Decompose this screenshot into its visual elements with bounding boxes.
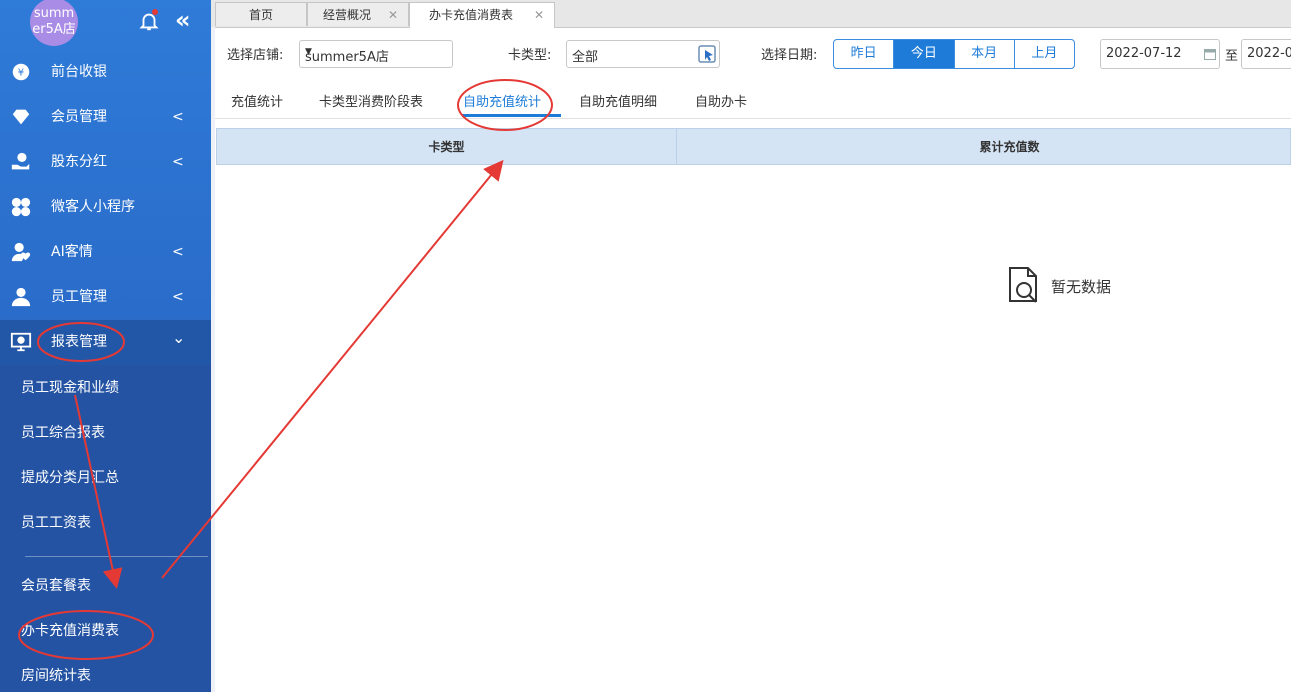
page-tab-label: 办卡充值消费表	[428, 8, 513, 22]
notification-dot	[152, 9, 158, 15]
filter-bar: 选择店铺: summer5A店 ▼ 卡类型: 全部 选择日期: 昨日 今日 本月…	[211, 27, 1291, 83]
menu-item-cashier[interactable]: ¥ 前台收银	[0, 50, 211, 95]
submenu-item-staff-cash[interactable]: 员工现金和业绩	[21, 378, 119, 398]
submenu-divider	[25, 556, 208, 557]
close-icon[interactable]: ✕	[388, 3, 398, 27]
sub-tab-self-recharge-stats[interactable]: 自助充值统计	[463, 91, 541, 110]
card-type-value: 全部	[572, 50, 599, 65]
reports-submenu: 员工现金和业绩 员工综合报表 提成分类月汇总 员工工资表 会员套餐表 办卡充值消…	[0, 365, 211, 692]
sidebar-header: summer5A店 «	[0, 0, 211, 50]
date-label: 选择日期:	[761, 48, 818, 63]
content-left-border	[211, 83, 215, 692]
menu-item-reports[interactable]: 报表管理 ⌄	[0, 320, 211, 365]
store-select[interactable]: summer5A店 ▼	[299, 40, 453, 68]
table-header: 卡类型 累计充值数	[216, 128, 1291, 165]
page-tab-label: 首页	[248, 8, 273, 22]
chevron-left-icon: <	[172, 289, 184, 305]
chevron-left-icon: <	[172, 109, 184, 125]
close-icon[interactable]: ✕	[534, 3, 544, 27]
page-tab-home[interactable]: 首页	[215, 2, 307, 26]
store-label: 选择店铺:	[227, 48, 284, 63]
start-date-value: 2022-07-12	[1106, 46, 1182, 61]
date-range-buttons: 昨日 今日 本月 上月	[833, 39, 1075, 69]
menu-item-label: AI客情	[51, 244, 93, 260]
sub-tab-recharge-stats[interactable]: 充值统计	[231, 91, 283, 110]
empty-state-text: 暂无数据	[1051, 278, 1112, 296]
date-yesterday-button[interactable]: 昨日	[834, 40, 895, 68]
end-date-value: 2022-07-12	[1247, 46, 1291, 61]
menu-item-label: 报表管理	[51, 334, 107, 350]
document-search-icon	[1009, 267, 1037, 303]
sub-tab-self-recharge-detail[interactable]: 自助充值明细	[579, 91, 657, 110]
submenu-item-commission[interactable]: 提成分类月汇总	[21, 468, 119, 488]
user-heart-icon	[11, 242, 31, 262]
start-date-input[interactable]: 2022-07-12	[1100, 39, 1220, 69]
menu-item-label: 会员管理	[51, 109, 107, 125]
date-today-button[interactable]: 今日	[894, 40, 955, 68]
diamond-icon	[12, 109, 30, 125]
date-last-month-button[interactable]: 上月	[1015, 40, 1074, 68]
menu-item-mini-program[interactable]: 微客人小程序	[0, 185, 211, 230]
monitor-chart-icon	[10, 332, 32, 352]
chevron-down-icon: ⌄	[172, 328, 186, 347]
chevron-left-icon: <	[172, 244, 184, 260]
store-avatar[interactable]: summer5A店	[30, 0, 78, 46]
menu-item-ai-customer[interactable]: AI客情 <	[0, 230, 211, 275]
cash-register-icon: ¥	[12, 63, 30, 81]
column-header-total-recharge[interactable]: 累计充值数	[677, 129, 1291, 165]
hand-coin-icon	[11, 152, 30, 170]
date-this-month-button[interactable]: 本月	[955, 40, 1015, 68]
chevron-left-icon: <	[172, 154, 184, 170]
sub-tab-card-consumption-stage[interactable]: 卡类型消费阶段表	[319, 91, 423, 110]
submenu-item-member-package[interactable]: 会员套餐表	[21, 576, 91, 596]
menu-item-label: 股东分红	[51, 154, 107, 170]
page-tab-card-recharge[interactable]: 办卡充值消费表 ✕	[409, 2, 555, 28]
card-type-label: 卡类型:	[508, 48, 552, 63]
sidebar: summer5A店 « ¥ 前台收银 会员管理 < 股东分红 < 微客人小程序 …	[0, 0, 211, 692]
menu-item-label: 微客人小程序	[51, 199, 135, 215]
caret-down-icon: ▼	[305, 47, 312, 57]
page-tab-label: 经营概况	[322, 8, 371, 22]
end-date-input[interactable]: 2022-07-12	[1241, 39, 1291, 69]
calendar-icon[interactable]	[1204, 48, 1216, 60]
user-icon	[11, 287, 31, 307]
report-sub-tabs: 充值统计 卡类型消费阶段表 自助充值统计 自助充值明细 自助办卡	[215, 83, 1291, 119]
picker-icon[interactable]	[698, 45, 716, 63]
submenu-item-payroll[interactable]: 员工工资表	[21, 513, 91, 533]
menu-item-members[interactable]: 会员管理 <	[0, 95, 211, 140]
sub-tab-self-card[interactable]: 自助办卡	[695, 91, 747, 110]
menu-item-label: 前台收银	[51, 64, 107, 80]
menu-item-label: 员工管理	[51, 289, 107, 305]
main-content: 首页 经营概况 ✕ 办卡充值消费表 ✕ 选择店铺: summer5A店 ▼ 卡类…	[211, 0, 1291, 692]
collapse-sidebar-icon[interactable]: «	[175, 8, 191, 32]
menu-item-dividends[interactable]: 股东分红 <	[0, 140, 211, 185]
page-tab-overview[interactable]: 经营概况 ✕	[307, 2, 409, 26]
submenu-item-room-stats[interactable]: 房间统计表	[21, 666, 91, 686]
date-separator: 至	[1225, 49, 1239, 64]
svg-text:¥: ¥	[18, 68, 24, 79]
page-tab-bar: 首页 经营概况 ✕ 办卡充值消费表 ✕	[211, 0, 1291, 28]
column-header-card-type[interactable]: 卡类型	[217, 129, 676, 165]
submenu-item-card-recharge[interactable]: 办卡充值消费表	[21, 621, 119, 641]
card-type-input[interactable]: 全部	[566, 40, 720, 68]
menu-item-staff[interactable]: 员工管理 <	[0, 275, 211, 320]
active-tab-indicator	[462, 114, 561, 117]
clover-icon	[11, 197, 31, 217]
submenu-item-staff-report[interactable]: 员工综合报表	[21, 423, 105, 443]
